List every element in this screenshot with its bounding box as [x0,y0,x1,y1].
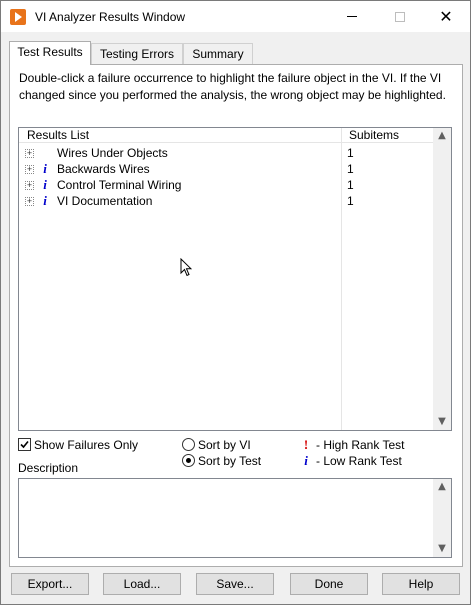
sort-by-vi-label: Sort by VI [198,438,251,452]
description-label: Description [18,461,79,475]
scroll-down-icon[interactable]: ▼ [437,544,447,554]
result-row-control-terminal-wiring[interactable]: + i Control Terminal Wiring 1 [19,177,433,193]
window-title: VI Analyzer Results Window [35,10,186,24]
maximize-button[interactable] [377,1,423,32]
legend-low-rank-label: - Low Rank Test [316,454,402,468]
test-results-panel: Double-click a failure occurrence to hig… [9,64,463,567]
result-row-vi-documentation[interactable]: + i VI Documentation 1 [19,193,433,209]
radio-button-selected[interactable] [182,454,195,467]
scroll-up-icon[interactable]: ▲ [437,482,447,492]
tab-label: Summary [192,47,244,61]
close-button[interactable]: ✕ [423,1,469,32]
export-button[interactable]: Export... [11,573,89,595]
load-button[interactable]: Load... [103,573,181,595]
results-list-header: Results List Subitems [19,128,433,143]
save-button[interactable]: Save... [196,573,274,595]
radio-button-unselected[interactable] [182,438,195,451]
show-failures-only-label: Show Failures Only [34,438,139,452]
expand-icon[interactable]: + [25,197,34,206]
scroll-down-icon[interactable]: ▼ [437,417,447,427]
checkbox-checked[interactable] [18,438,31,451]
result-row-backwards-wires[interactable]: + i Backwards Wires 1 [19,161,433,177]
tab-testing-errors[interactable]: Testing Errors [91,43,183,64]
sort-by-test-label: Sort by Test [198,454,262,468]
result-row-label: Backwards Wires [57,162,150,176]
mouse-cursor-icon [180,257,193,280]
legend-high-rank-label: - High Rank Test [316,438,405,452]
instructions-text: Double-click a failure occurrence to hig… [19,71,446,102]
close-icon: ✕ [439,6,453,26]
low-rank-icon: i [304,453,308,468]
done-button[interactable]: Done [290,573,368,595]
column-header-results-list[interactable]: Results List [27,128,89,143]
button-bar: Export... Load... Save... Done Help [1,573,470,595]
minimize-icon [347,16,357,17]
result-row-label: Control Terminal Wiring [57,178,182,192]
description-field[interactable]: ▲ ▼ [18,478,452,558]
tab-test-results[interactable]: Test Results [9,41,91,65]
result-row-subitems: 1 [347,146,354,160]
low-rank-icon: i [43,193,47,208]
description-scrollbar[interactable]: ▲ ▼ [433,479,451,557]
column-header-subitems[interactable]: Subitems [349,128,399,143]
result-row-subitems: 1 [347,162,354,176]
expand-icon[interactable]: + [25,181,34,190]
high-rank-icon: ! [303,437,309,452]
scroll-up-icon[interactable]: ▲ [437,131,447,141]
low-rank-icon: i [43,177,47,192]
help-button[interactable]: Help [382,573,460,595]
result-row-subitems: 1 [347,194,354,208]
maximize-icon [395,11,405,22]
vi-analyzer-results-window: VI Analyzer Results Window ✕ Test Result… [0,0,471,605]
results-list[interactable]: Results List Subitems + Wires Under Obje… [18,127,452,431]
result-row-label: Wires Under Objects [57,146,168,160]
result-row-label: VI Documentation [57,194,153,208]
result-row-subitems: 1 [347,178,354,192]
low-rank-icon: i [43,161,47,176]
result-row-wires-under-objects[interactable]: + Wires Under Objects 1 [19,145,433,161]
expand-icon[interactable]: + [25,165,34,174]
minimize-button[interactable] [329,1,375,32]
tab-summary[interactable]: Summary [183,43,253,64]
tab-label: Test Results [17,45,83,59]
expand-icon[interactable]: + [25,149,34,158]
results-list-scrollbar[interactable]: ▲ ▼ [433,128,451,430]
title-bar[interactable]: VI Analyzer Results Window ✕ [1,1,470,32]
labview-icon [10,9,26,25]
tab-label: Testing Errors [99,47,175,61]
